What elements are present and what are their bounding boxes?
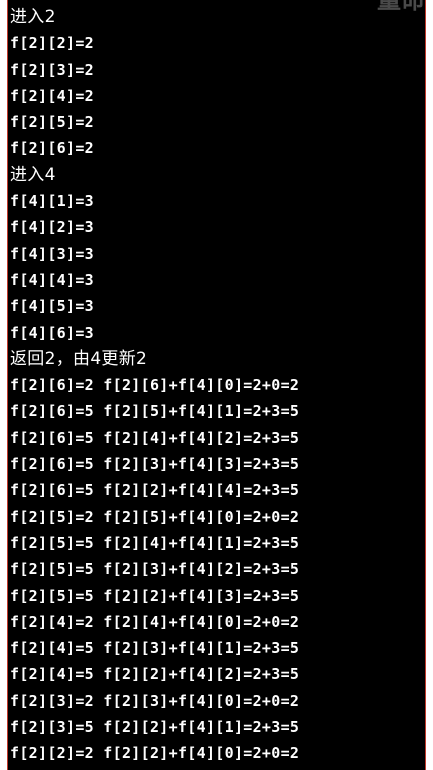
- console-line: 进入2: [10, 7, 56, 27]
- console-line: f[2][5]=5 f[2][2]+f[4][3]=2+3=5: [10, 586, 300, 605]
- console-output-lines: 进入2 f[2][2]=2 f[2][3]=2 f[2][4]=2 f[2][5]=2 f…: [8, 0, 425, 767]
- console-line: f[2][6]=2 f[2][6]+f[4][0]=2+0=2: [10, 376, 300, 395]
- console-line: f[4][2]=3: [10, 218, 94, 237]
- console-line: f[4][4]=3: [10, 270, 94, 289]
- console-line: f[2][5]=2 f[2][5]+f[4][0]=2+0=2: [10, 507, 300, 526]
- console-line: f[2][3]=2: [10, 60, 94, 79]
- console-line: f[2][4]=5 f[2][3]+f[4][1]=2+3=5: [10, 639, 300, 658]
- console-line: f[2][2]=2 f[2][2]+f[4][0]=2+0=2: [10, 744, 300, 763]
- window-left-border: [0, 0, 8, 770]
- console-line: f[2][6]=2: [10, 139, 94, 158]
- console-line: f[2][6]=5 f[2][4]+f[4][2]=2+3=5: [10, 428, 300, 447]
- console-line: f[2][3]=5 f[2][2]+f[4][1]=2+3=5: [10, 718, 300, 737]
- console-line: f[2][4]=2: [10, 86, 94, 105]
- console-line: f[2][6]=5 f[2][3]+f[4][3]=2+3=5: [10, 455, 300, 474]
- window-right-border: [425, 0, 433, 770]
- console-line: f[2][5]=5 f[2][4]+f[4][1]=2+3=5: [10, 533, 300, 552]
- console-window: 进入2 f[2][2]=2 f[2][3]=2 f[2][4]=2 f[2][5]=2 f…: [0, 0, 433, 770]
- console-line: f[2][5]=2: [10, 113, 94, 132]
- console-line: 进入4: [10, 164, 56, 185]
- console-line: f[4][5]=3: [10, 297, 94, 316]
- console-line: 返回2，由4更新2: [10, 348, 148, 369]
- console-line: f[4][6]=3: [10, 323, 94, 342]
- console-line: f[2][4]=2 f[2][4]+f[4][0]=2+0=2: [10, 612, 300, 631]
- console-line: f[2][4]=5 f[2][2]+f[4][2]=2+3=5: [10, 665, 300, 684]
- console-line: f[2][6]=5 f[2][5]+f[4][1]=2+3=5: [10, 402, 300, 421]
- console-output-area[interactable]: 进入2 f[2][2]=2 f[2][3]=2 f[2][4]=2 f[2][5]=2 f…: [8, 0, 425, 770]
- console-line: f[2][2]=2: [10, 34, 94, 53]
- window-title-fragment: 量命: [377, 0, 425, 14]
- console-line: f[2][3]=2 f[2][3]+f[4][0]=2+0=2: [10, 691, 300, 710]
- console-line: f[4][1]=3: [10, 192, 94, 211]
- console-line: f[2][5]=5 f[2][3]+f[4][2]=2+3=5: [10, 560, 300, 579]
- console-line: f[2][6]=5 f[2][2]+f[4][4]=2+3=5: [10, 481, 300, 500]
- console-line: f[4][3]=3: [10, 244, 94, 263]
